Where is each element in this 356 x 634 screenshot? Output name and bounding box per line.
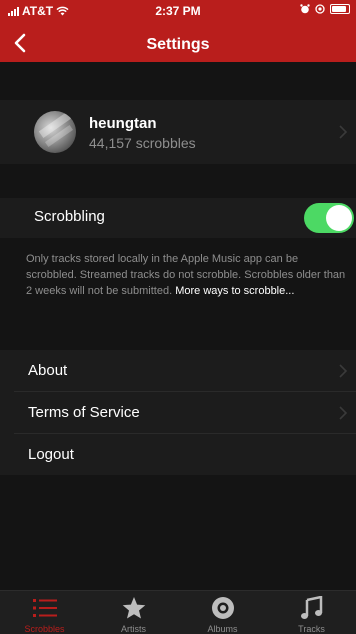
tab-scrobbles[interactable]: Scrobbles	[0, 591, 89, 634]
tab-bar: Scrobbles Artists Albums Tracks	[0, 590, 356, 634]
chevron-right-icon	[339, 406, 348, 420]
menu-item-terms[interactable]: Terms of Service	[0, 392, 356, 433]
menu-item-label: Logout	[28, 446, 74, 463]
list-icon	[33, 599, 57, 617]
empty-area	[0, 475, 356, 590]
menu-item-label: About	[28, 362, 68, 379]
menu-item-label: Terms of Service	[28, 404, 140, 421]
star-icon	[122, 597, 146, 619]
alarm-icon	[300, 4, 310, 14]
section-spacer	[0, 164, 356, 198]
music-note-icon	[301, 596, 323, 619]
page-title: Settings	[146, 36, 210, 53]
battery-icon	[330, 4, 350, 14]
more-ways-link[interactable]: More ways to scrobble...	[175, 285, 294, 297]
toggle-knob	[326, 205, 352, 231]
profile-row[interactable]: heungtan 44,157 scrobbles	[0, 100, 356, 164]
tab-tracks[interactable]: Tracks	[267, 591, 356, 634]
nav-header: AT&T 2:37 PM Settings	[0, 0, 356, 62]
avatar	[34, 111, 76, 153]
chevron-right-icon	[339, 364, 348, 378]
scrobbling-row: Scrobbling	[0, 198, 356, 238]
status-right	[300, 4, 350, 14]
tab-albums[interactable]: Albums	[178, 591, 267, 634]
tab-label: Tracks	[298, 624, 325, 634]
scrobbling-toggle[interactable]	[304, 203, 354, 233]
tab-label: Artists	[120, 624, 146, 634]
chevron-right-icon	[339, 125, 348, 139]
profile-scrobble-count: 44,157 scrobbles	[89, 135, 196, 151]
section-spacer	[0, 62, 356, 100]
profile-username: heungtan	[89, 115, 157, 132]
tab-artists[interactable]: Artists	[89, 591, 178, 634]
menu-item-logout[interactable]: Logout	[0, 434, 356, 475]
menu-item-about[interactable]: About	[0, 350, 356, 391]
status-bar: AT&T 2:37 PM	[0, 0, 356, 22]
tab-label: Albums	[207, 624, 238, 634]
scrobbling-label: Scrobbling	[34, 208, 105, 225]
location-icon	[315, 4, 325, 14]
disc-icon	[212, 597, 234, 619]
scrobbling-info: Only tracks stored locally in the Apple …	[26, 251, 350, 299]
tab-label: Scrobbles	[24, 624, 65, 634]
